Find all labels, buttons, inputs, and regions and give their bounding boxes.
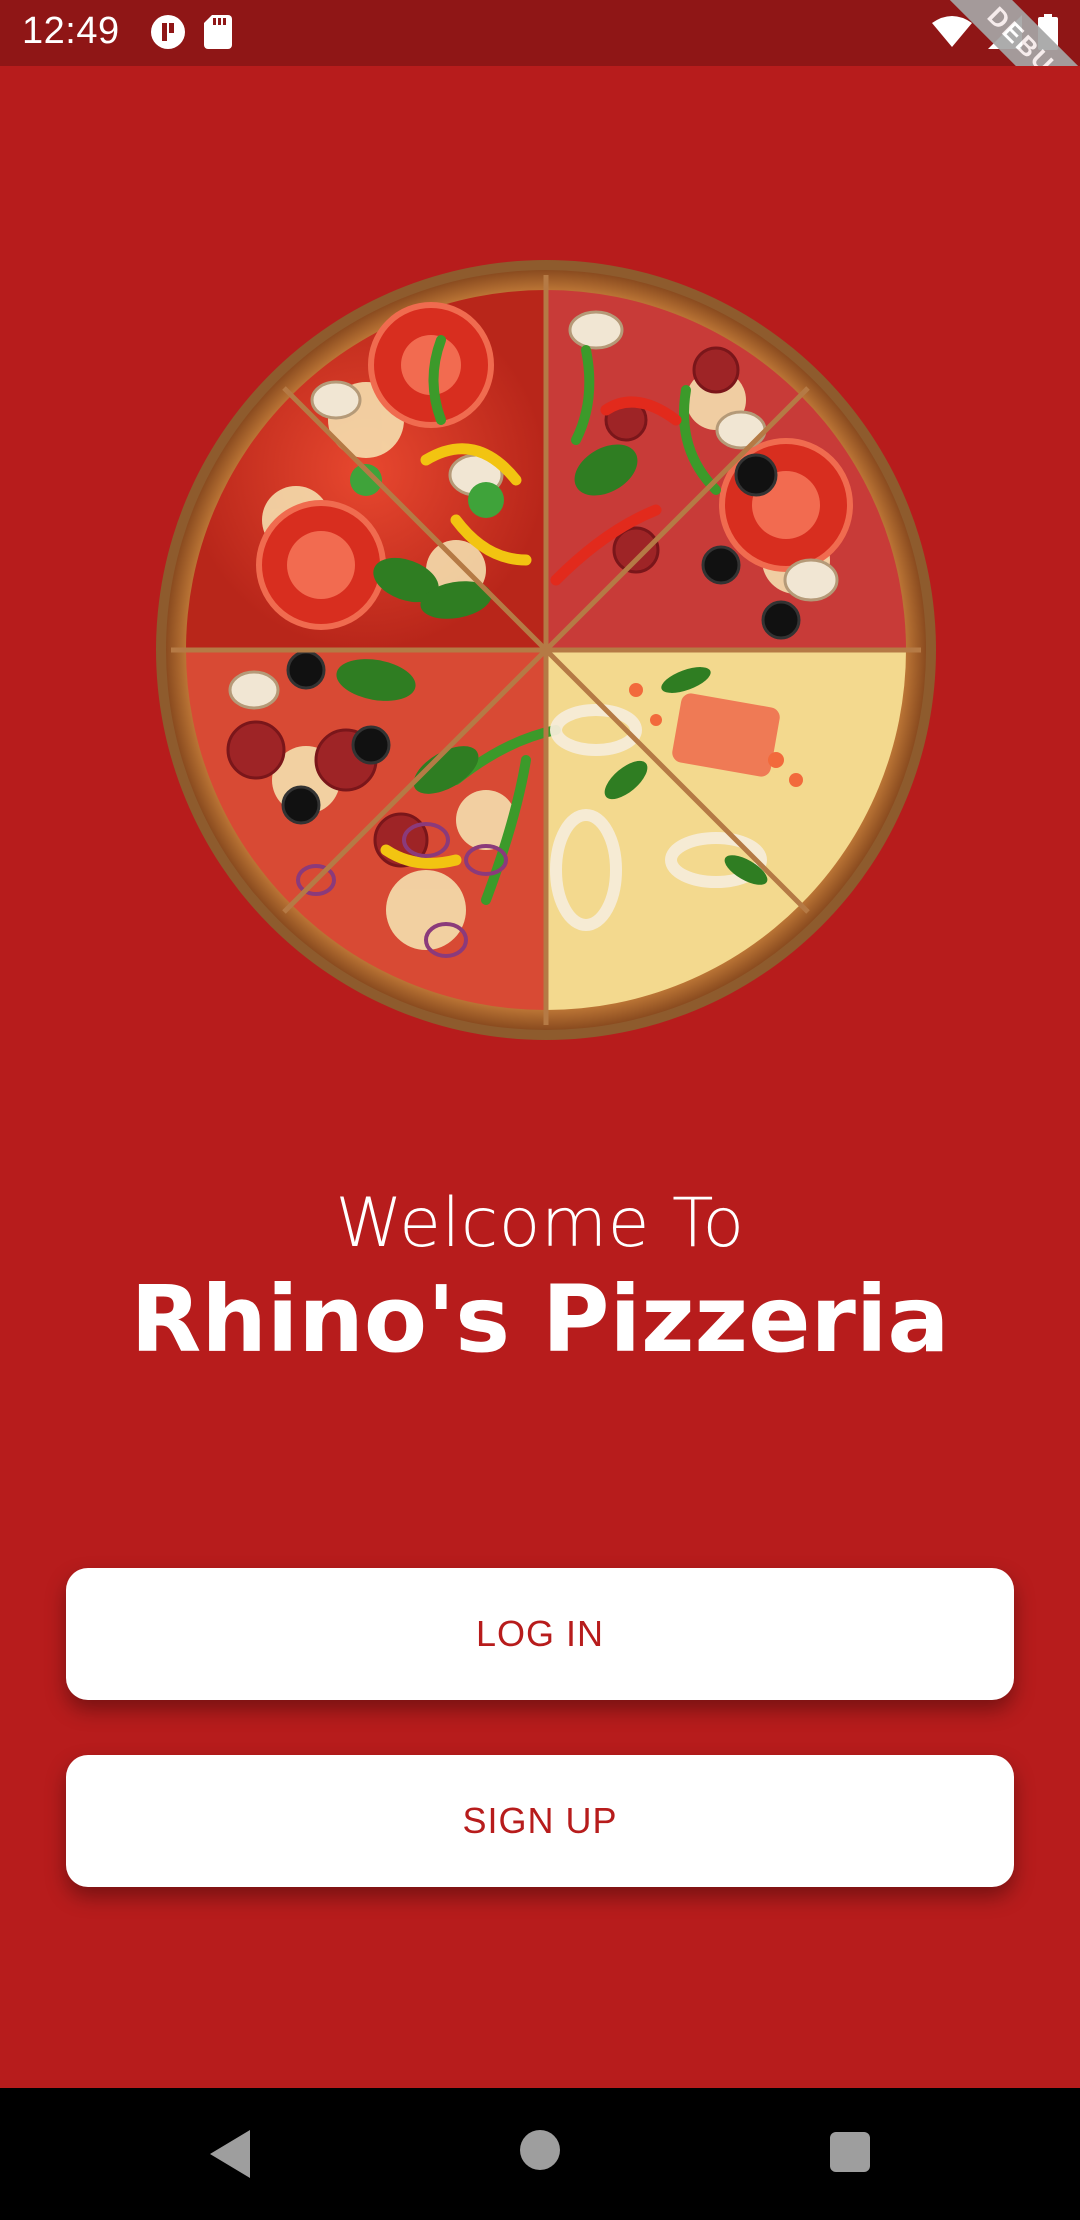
back-icon[interactable] [206,2128,256,2180]
sd-card-icon [204,15,232,54]
wifi-icon [932,15,972,54]
app-notification-icon [150,14,186,55]
system-nav-bar [0,2088,1080,2220]
welcome-screen: Welcome To Rhino's Pizzeria LOG IN SIGN … [0,66,1080,2088]
pizza-image [156,260,936,1040]
home-icon[interactable] [520,2130,560,2170]
status-icons-left [150,14,232,55]
recents-icon[interactable] [830,2132,870,2172]
status-bar: 12:49 [0,0,1080,66]
welcome-heading: Welcome To [335,1184,745,1263]
login-button[interactable]: LOG IN [66,1568,1014,1700]
brand-title: Rhino's Pizzeria [130,1266,950,1373]
status-time: 12:49 [22,10,120,52]
signup-button[interactable]: SIGN UP [66,1755,1014,1887]
